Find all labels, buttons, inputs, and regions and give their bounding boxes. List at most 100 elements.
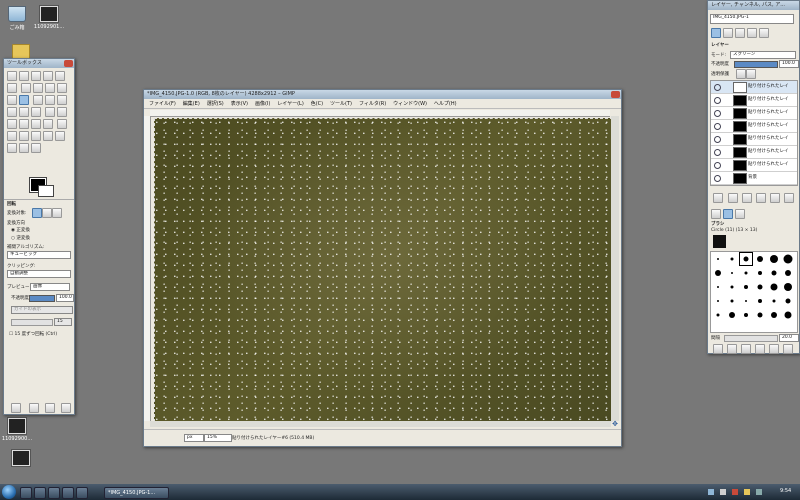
opacity-input[interactable]: 100.0: [56, 294, 74, 302]
restore-options-icon[interactable]: [29, 403, 39, 413]
brush-item[interactable]: [768, 309, 780, 321]
layer-row[interactable]: 貼り付けられたレイ: [711, 81, 797, 94]
rotate-tool-icon[interactable]: [19, 95, 29, 105]
tray-app-2-icon[interactable]: [744, 489, 750, 495]
toolbox-titlebar[interactable]: ツールボックス: [4, 59, 74, 68]
brush-item[interactable]: [782, 267, 794, 279]
text-tool-icon[interactable]: [31, 107, 41, 117]
foreground-select-tool-icon[interactable]: [20, 83, 31, 93]
quicklaunch-explorer-icon[interactable]: [34, 487, 46, 499]
brush-item[interactable]: [712, 253, 724, 265]
brush-item[interactable]: [768, 267, 780, 279]
tray-volume-icon[interactable]: [720, 489, 726, 495]
patterns-tab-icon[interactable]: [723, 209, 733, 219]
lock-alpha-checkbox[interactable]: [736, 69, 746, 79]
desktop-icon-file[interactable]: 11092901...: [32, 6, 66, 30]
layer-row[interactable]: 貼り付けられたレイ: [711, 94, 797, 107]
eye-icon[interactable]: [714, 162, 721, 169]
menu-help[interactable]: ヘルプ(H): [434, 100, 457, 109]
eraser-tool-icon[interactable]: [7, 131, 17, 141]
layer-row[interactable]: 貼り付けられたレイ: [711, 107, 797, 120]
clock[interactable]: 9:54: [780, 488, 791, 494]
opacity-slider[interactable]: [29, 295, 55, 302]
quicklaunch-ie-icon[interactable]: [20, 487, 32, 499]
delete-brush-icon[interactable]: [755, 344, 765, 354]
crop-tool-icon[interactable]: [56, 95, 67, 105]
delete-layer-icon[interactable]: [784, 193, 794, 203]
brush-item[interactable]: [712, 267, 724, 279]
raise-layer-icon[interactable]: [728, 193, 738, 203]
direction-backward-radio[interactable]: ○ 逆変換: [11, 235, 30, 241]
menu-select[interactable]: 選択(S): [207, 100, 224, 109]
airbrush-tool-icon[interactable]: [19, 131, 29, 141]
direction-forward-radio[interactable]: ◉ 正変換: [11, 227, 30, 233]
menu-edit[interactable]: 編集(E): [183, 100, 200, 109]
clone-tool-icon[interactable]: [43, 131, 53, 141]
interpolation-select[interactable]: キュービック: [7, 251, 71, 259]
zoom-select[interactable]: 15%: [204, 434, 232, 442]
brush-item[interactable]: [782, 309, 794, 321]
close-icon[interactable]: [611, 91, 620, 98]
layer-opacity-input[interactable]: 100.0: [779, 60, 799, 68]
menu-layer[interactable]: レイヤー(L): [277, 100, 304, 109]
eye-icon[interactable]: [714, 110, 721, 117]
menu-image[interactable]: 画像(I): [255, 100, 270, 109]
ellipse-select-tool-icon[interactable]: [19, 71, 29, 81]
anchor-layer-icon[interactable]: [770, 193, 780, 203]
quicklaunch-media-icon[interactable]: [48, 487, 60, 499]
guide-count-input[interactable]: 15: [54, 318, 72, 326]
snap-checkbox[interactable]: ☐ 15 度ずつ回転 (Ctrl): [9, 331, 57, 337]
tray-network-icon[interactable]: [708, 489, 714, 495]
image-selector[interactable]: IMG_4150.JPG-1: [710, 14, 794, 24]
tray-app-3-icon[interactable]: [756, 489, 762, 495]
navigate-icon[interactable]: ✥: [611, 421, 619, 428]
brush-item[interactable]: [726, 253, 738, 265]
image-window-titlebar[interactable]: *IMG_4150.JPG-1.0 (RGB, 8枚のレイヤー) 4288x29…: [144, 90, 621, 99]
zoom-tool-icon[interactable]: [56, 83, 67, 93]
mode-select[interactable]: スクリーン: [730, 51, 796, 59]
brush-item[interactable]: [754, 253, 766, 265]
horizontal-ruler[interactable]: [150, 110, 610, 117]
ink-tool-icon[interactable]: [31, 131, 41, 141]
duplicate-brush-icon[interactable]: [741, 344, 751, 354]
clipping-select[interactable]: 自動調整: [7, 270, 71, 278]
brush-item[interactable]: [726, 295, 738, 307]
close-icon[interactable]: [64, 60, 73, 67]
heal-tool-icon[interactable]: [55, 131, 65, 141]
open-as-image-icon[interactable]: [783, 344, 793, 354]
brush-item[interactable]: [740, 281, 752, 293]
delete-options-icon[interactable]: [45, 403, 55, 413]
perspective-tool-icon[interactable]: [44, 107, 55, 117]
desktop-icon-recycle-bin[interactable]: ごみ箱: [0, 6, 34, 31]
menu-file[interactable]: ファイル(F): [149, 100, 176, 109]
preview-select[interactable]: 画像: [30, 283, 70, 291]
brush-item[interactable]: [754, 295, 766, 307]
brush-item[interactable]: [726, 309, 738, 321]
menu-filters[interactable]: フィルタ(R): [359, 100, 386, 109]
quicklaunch-app-2-icon[interactable]: [76, 487, 88, 499]
measure-tool-icon[interactable]: [7, 95, 17, 105]
reset-options-icon[interactable]: [61, 403, 71, 413]
rect-select-tool-icon[interactable]: [7, 71, 17, 81]
scale-tool-icon[interactable]: [7, 107, 17, 117]
eye-icon[interactable]: [714, 84, 721, 91]
paths-tab-icon[interactable]: [735, 28, 745, 38]
brush-item[interactable]: [740, 295, 752, 307]
layer-row[interactable]: 背景: [711, 172, 797, 185]
eye-icon[interactable]: [714, 175, 721, 182]
brush-item[interactable]: [754, 267, 766, 279]
layer-row[interactable]: 貼り付けられたレイ: [711, 159, 797, 172]
blend-tool-icon[interactable]: [31, 119, 41, 129]
refresh-brushes-icon[interactable]: [769, 344, 779, 354]
edit-brush-icon[interactable]: [713, 344, 723, 354]
eye-icon[interactable]: [714, 136, 721, 143]
new-brush-icon[interactable]: [727, 344, 737, 354]
brush-item[interactable]: [740, 309, 752, 321]
paths-tool-icon[interactable]: [32, 83, 43, 93]
smudge-tool-icon[interactable]: [19, 143, 29, 153]
layers-tab-icon[interactable]: [711, 28, 721, 38]
vertical-ruler[interactable]: [144, 116, 151, 421]
tray-app-icon[interactable]: [732, 489, 738, 495]
brush-item[interactable]: [712, 309, 724, 321]
gradients-tab-icon[interactable]: [735, 209, 745, 219]
